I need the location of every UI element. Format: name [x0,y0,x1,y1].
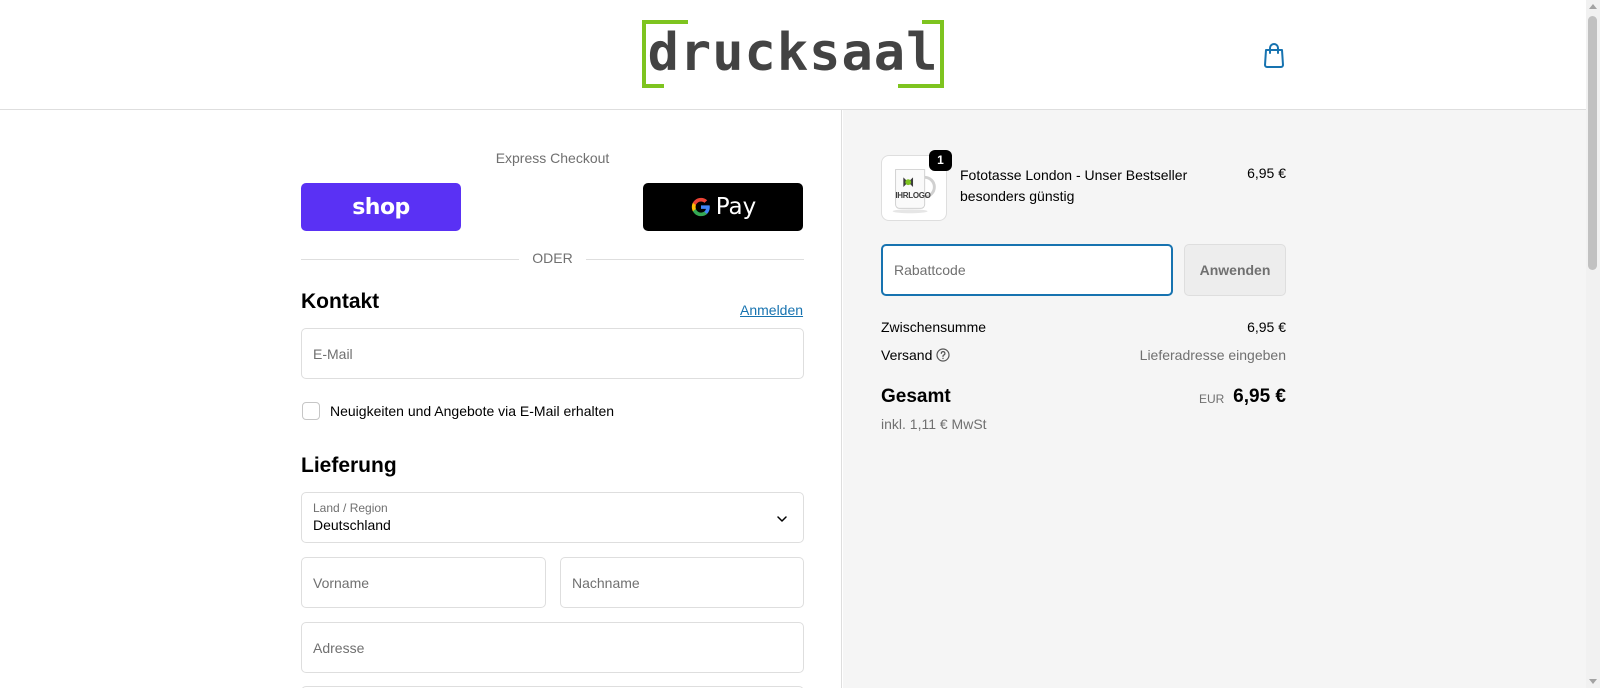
quantity-badge: 1 [929,150,952,171]
scroll-down-arrow-icon[interactable] [1589,679,1597,684]
newsletter-checkbox[interactable] [302,402,320,420]
shipping-label: Versand [881,347,933,363]
country-select[interactable]: Land / Region Deutschland [301,492,804,543]
drucksaal-logo[interactable]: drucksaal [642,20,944,88]
page-scrollbar[interactable] [1586,0,1600,688]
google-g-icon [691,197,710,217]
country-label: Land / Region [313,501,388,515]
apply-discount-button[interactable]: Anwenden [1184,244,1286,296]
express-checkout-title: Express Checkout [495,150,610,166]
help-circle-icon[interactable] [936,348,950,362]
total-label: Gesamt [881,386,951,407]
logo-text: drucksaal [647,23,939,83]
product-price: 6,95 € [1247,165,1286,181]
contact-title: Kontakt [301,290,380,313]
newsletter-label: Neuigkeiten und Angebote via E-Mail erha… [330,403,615,419]
shopping-bag-icon[interactable] [1262,42,1286,68]
shop-pay-button[interactable]: shop [301,183,461,231]
first-name-input[interactable] [301,557,546,608]
tax-note: inkl. 1,11 € MwSt [881,416,987,432]
total-currency: EUR [1199,392,1225,406]
country-value: Deutschland [313,517,391,533]
subtotal-label: Zwischensumme [881,319,987,335]
scroll-up-arrow-icon[interactable] [1589,4,1597,9]
checkout-form-column: Express Checkout shop Pay ODER Kontakt A… [0,110,842,688]
discount-code-input[interactable] [881,244,1173,296]
google-pay-button[interactable]: Pay [643,183,803,231]
login-link[interactable]: Anmelden [740,302,803,318]
google-pay-label: Pay [715,194,757,220]
delivery-title: Lieferung [301,454,397,477]
email-input[interactable] [301,328,804,379]
last-name-input[interactable] [560,557,804,608]
total-value: 6,95 € [1233,386,1286,407]
or-divider: ODER [301,250,804,268]
shipping-value: Lieferadresse eingeben [1139,347,1286,363]
product-name: Fototasse London - Unser Bestseller beso… [960,167,1188,204]
scroll-thumb[interactable] [1588,16,1597,270]
chevron-down-icon [777,516,787,522]
header: drucksaal [0,0,1586,110]
address-input[interactable] [301,622,804,673]
subtotal-value: 6,95 € [1247,319,1286,335]
thumb-logo-text: IHRLOGO [895,191,931,200]
